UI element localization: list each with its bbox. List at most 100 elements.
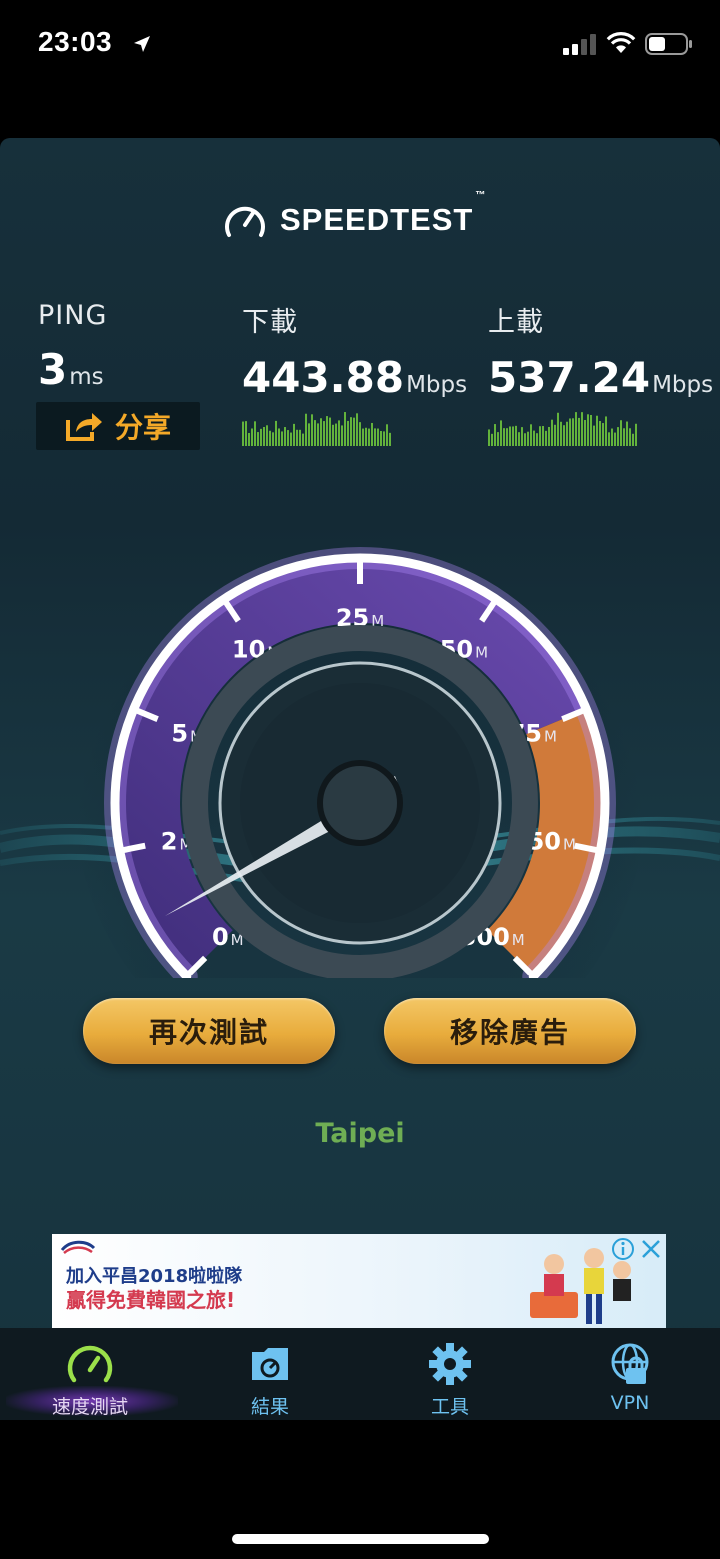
share-button[interactable]: 分享 bbox=[36, 402, 200, 450]
sparkline-bar bbox=[521, 427, 523, 446]
sparkline-bar bbox=[308, 423, 310, 446]
sparkline-bar bbox=[365, 427, 367, 446]
ad-logo-icon bbox=[60, 1240, 96, 1254]
sparkline-bar bbox=[242, 421, 244, 446]
sparkline-bar bbox=[632, 433, 634, 446]
sparkline-bar bbox=[611, 428, 613, 446]
sparkline-bar bbox=[326, 416, 328, 446]
sparkline-bar bbox=[320, 418, 322, 446]
ping-value: 3 bbox=[38, 345, 68, 394]
speedtest-logo: SPEEDTEST™ bbox=[224, 190, 487, 242]
sparkline-bar bbox=[323, 421, 325, 446]
home-indicator[interactable] bbox=[232, 1534, 489, 1544]
sparkline-bar bbox=[371, 422, 373, 446]
tab-label: 速度測試 bbox=[51, 1396, 128, 1418]
sparkline-bar bbox=[545, 430, 547, 446]
sparkline-bar bbox=[509, 426, 511, 446]
sparkline-bar bbox=[356, 413, 358, 446]
sparkline-bar bbox=[533, 430, 535, 446]
cellular-signal-icon bbox=[563, 34, 596, 55]
sparkline-bar bbox=[389, 432, 391, 446]
tab-tools[interactable]: 工具 bbox=[360, 1328, 540, 1420]
sparkline-bar bbox=[581, 412, 583, 446]
status-bar: 23:03 bbox=[0, 0, 720, 90]
sparkline-bar bbox=[341, 425, 343, 446]
ad-subheadline: 贏得免費韓國之旅! bbox=[66, 1288, 236, 1312]
tab-label: VPN bbox=[610, 1392, 650, 1414]
tab-vpn[interactable]: VPN bbox=[540, 1328, 720, 1420]
sparkline-bar bbox=[257, 432, 259, 446]
tab-bar: 速度測試 結果 工具 VPN bbox=[0, 1328, 720, 1420]
sparkline-bar bbox=[554, 424, 556, 446]
sparkline-bar bbox=[584, 420, 586, 446]
vpn-globe-icon bbox=[611, 1343, 649, 1384]
ad-banner[interactable]: 加入平昌2018啦啦隊 贏得免費韓國之旅! bbox=[52, 1234, 666, 1328]
gauge-hub bbox=[317, 760, 403, 846]
sparkline-bar bbox=[512, 426, 514, 446]
sparkline-bar bbox=[311, 414, 313, 446]
download-sparkline bbox=[242, 412, 391, 446]
results-folder-icon bbox=[252, 1348, 288, 1380]
battery-icon bbox=[645, 33, 692, 55]
sparkline-bar bbox=[500, 420, 502, 446]
sparkline-bar bbox=[488, 429, 490, 446]
sparkline-bar bbox=[383, 431, 385, 446]
sparkline-bar bbox=[251, 428, 253, 446]
sparkline-bar bbox=[287, 430, 289, 446]
sparkline-bar bbox=[566, 421, 568, 446]
sparkline-bar bbox=[350, 417, 352, 446]
ad-close-icon[interactable] bbox=[638, 1236, 664, 1262]
sparkline-bar bbox=[506, 428, 508, 446]
tab-speed-test[interactable]: 速度測試 bbox=[0, 1328, 180, 1420]
location-arrow-icon bbox=[134, 36, 150, 52]
sparkline-bar bbox=[296, 429, 298, 446]
tab-label: 工具 bbox=[430, 1396, 469, 1418]
sparkline-bar bbox=[575, 412, 577, 446]
sparkline-bar bbox=[536, 433, 538, 446]
download-value: 443.88 bbox=[242, 353, 405, 402]
sparkline-bar bbox=[563, 425, 565, 446]
sparkline-bar bbox=[515, 425, 517, 446]
sparkline-bar bbox=[359, 422, 361, 446]
sparkline-bar bbox=[539, 426, 541, 446]
sparkline-bar bbox=[317, 423, 319, 446]
sparkline-bar bbox=[578, 417, 580, 446]
sparkline-bar bbox=[503, 428, 505, 446]
sparkline-bar bbox=[281, 431, 283, 446]
ad-info-icon[interactable] bbox=[610, 1236, 636, 1262]
sparkline-bar bbox=[284, 427, 286, 446]
tab-results[interactable]: 結果 bbox=[180, 1328, 360, 1420]
sparkline-bar bbox=[602, 423, 604, 446]
sparkline-bar bbox=[275, 420, 277, 446]
sparkline-bar bbox=[551, 419, 553, 446]
server-location[interactable]: Taipei bbox=[0, 1118, 720, 1149]
sparkline-bar bbox=[524, 433, 526, 446]
sparkline-bar bbox=[266, 425, 268, 446]
speedtest-app: SPEEDTEST™ PING 3ms 下載 443.88Mbps 上載 537… bbox=[0, 138, 720, 1420]
sparkline-bar bbox=[260, 428, 262, 446]
sparkline-bar bbox=[572, 418, 574, 446]
sparkline-bar bbox=[635, 423, 637, 446]
sparkline-bar bbox=[344, 412, 346, 446]
sparkline-bar bbox=[617, 427, 619, 446]
sparkline-bar bbox=[245, 421, 247, 446]
sparkline-bar bbox=[338, 420, 340, 446]
sparkline-bar bbox=[599, 421, 601, 446]
download-metric: 下載 443.88Mbps bbox=[242, 300, 467, 402]
sparkline-bar bbox=[557, 412, 559, 446]
sparkline-bar bbox=[569, 418, 571, 446]
remove-ads-button[interactable]: 移除廣告 bbox=[384, 998, 636, 1064]
sparkline-bar bbox=[587, 414, 589, 446]
sparkline-bar bbox=[305, 413, 307, 446]
sparkline-bar bbox=[314, 420, 316, 446]
upload-metric: 上載 537.24Mbps bbox=[488, 300, 713, 402]
sparkline-bar bbox=[263, 426, 265, 446]
gauge-tick bbox=[574, 842, 597, 853]
sparkline-bar bbox=[605, 416, 607, 446]
download-unit: Mbps bbox=[406, 372, 468, 398]
sparkline-bar bbox=[335, 423, 337, 446]
retest-button[interactable]: 再次測試 bbox=[83, 998, 335, 1064]
logo-text: SPEEDTEST™ bbox=[280, 190, 487, 237]
sparkline-bar bbox=[626, 421, 628, 446]
sparkline-bar bbox=[329, 417, 331, 446]
